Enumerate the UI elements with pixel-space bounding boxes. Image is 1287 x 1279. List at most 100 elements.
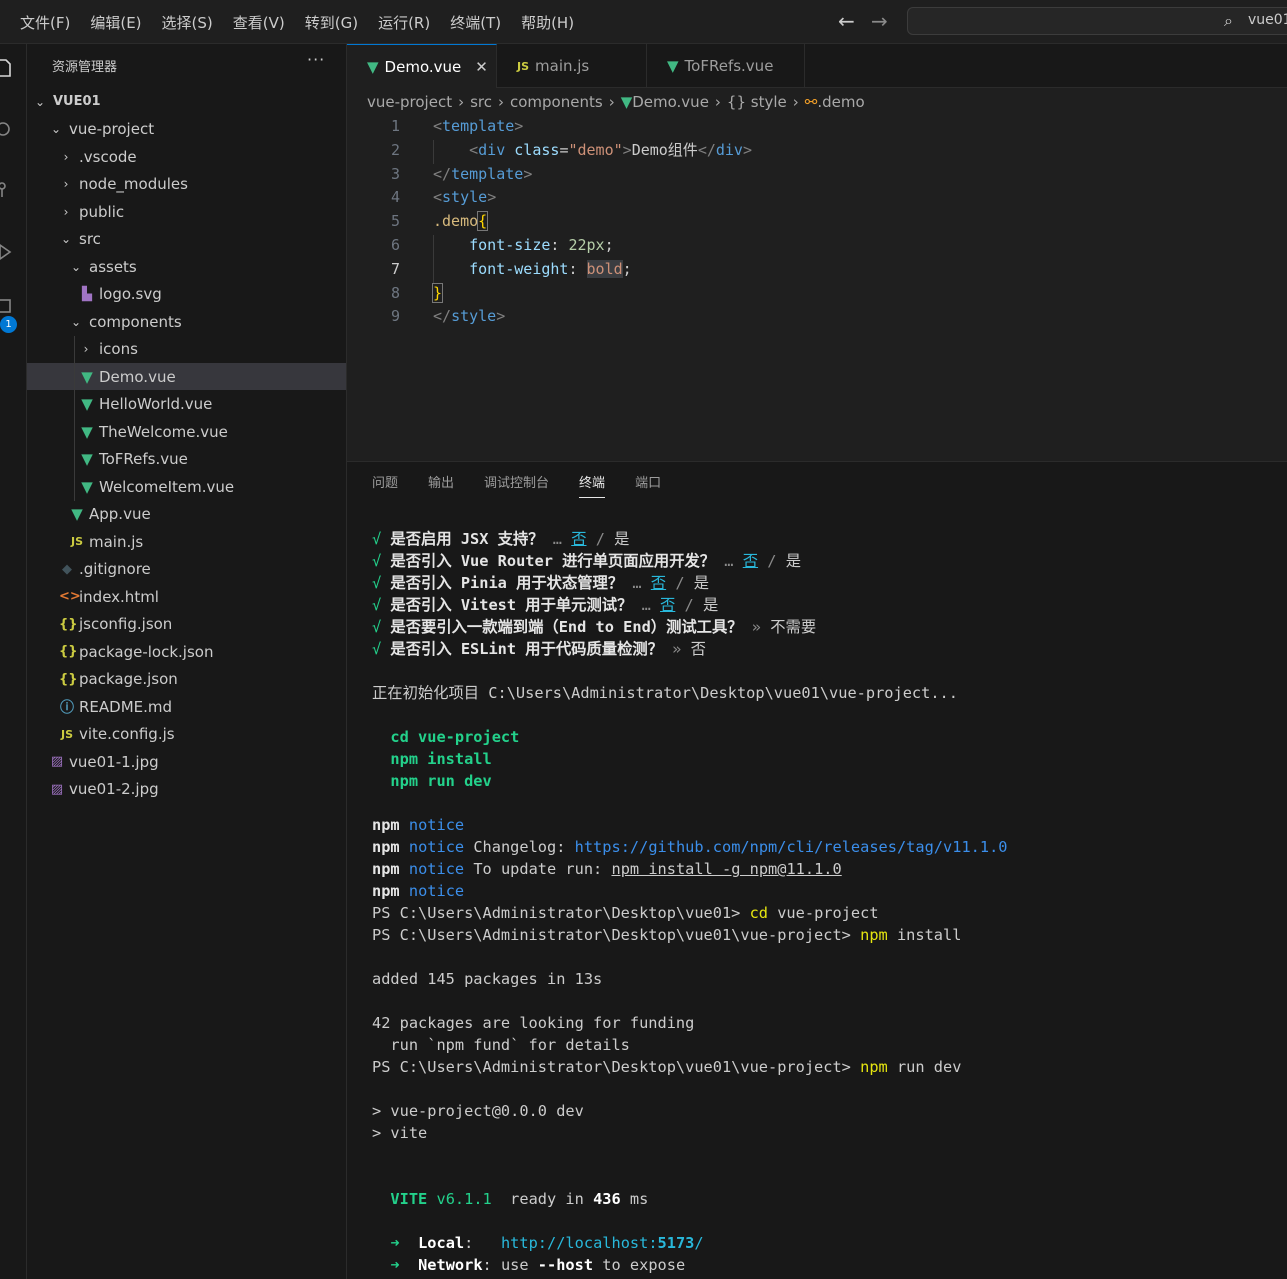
breadcrumb-item[interactable]: vue-project (367, 93, 452, 111)
panel-tab[interactable]: 输出 (428, 462, 454, 506)
tree-item[interactable]: ▨ vue01-2.jpg (27, 776, 346, 803)
code-token: style (442, 188, 488, 207)
menu-item[interactable]: 帮助(H) (511, 12, 584, 33)
menu-item[interactable]: 终端(T) (440, 12, 511, 33)
code-line: 6 font-size: 22px; (347, 233, 1287, 257)
terminal-text: 是否引入 Pinia 用于状态管理？ (390, 574, 624, 592)
chevron-down-icon[interactable]: ⌄ (49, 122, 63, 136)
tree-item[interactable]: {} jsconfig.json (27, 611, 346, 638)
code-content: .demo{ (433, 209, 489, 233)
terminal-text: √ (372, 618, 391, 636)
menu-item[interactable]: 运行(R) (368, 12, 440, 33)
breadcrumb-item[interactable]: .demo (817, 93, 864, 111)
menu-item[interactable]: 选择(S) (152, 12, 223, 33)
chevron-down-icon[interactable]: ⌄ (33, 95, 47, 109)
chevron-down-icon[interactable]: ⌄ (69, 315, 83, 329)
tree-item-label: ToFRefs.vue (99, 450, 188, 468)
terminal-text: npm (860, 926, 888, 944)
code-token: 22px (568, 236, 605, 254)
arrow-right-icon[interactable]: → (871, 9, 888, 33)
vue-file-icon: ▼ (71, 505, 83, 523)
chevron-right-icon[interactable]: › (59, 177, 73, 191)
source-control-icon[interactable] (0, 180, 14, 200)
tree-item[interactable]: {} package.json (27, 666, 346, 693)
chevron-right-icon[interactable]: › (79, 342, 93, 356)
chevron-down-icon[interactable]: ⌄ (59, 232, 73, 246)
panel-tab[interactable]: 问题 (372, 462, 398, 506)
line-number: 3 (390, 164, 400, 183)
tree-item[interactable]: ⌄ VUE01 (27, 88, 346, 115)
tree-item[interactable]: <> index.html (27, 583, 346, 610)
terminal-text: cd (749, 904, 769, 922)
extensions-icon[interactable] (0, 296, 14, 316)
tree-item-label: README.md (79, 697, 173, 716)
chevron-right-icon[interactable]: › (59, 205, 73, 219)
terminal-text: √ (372, 640, 391, 658)
terminal-text: … (632, 596, 661, 614)
chevron-right-icon[interactable]: › (59, 150, 73, 164)
search-icon[interactable] (0, 120, 14, 140)
image-file-icon: ▨ (50, 754, 64, 769)
close-icon[interactable]: ✕ (475, 58, 488, 76)
editor-tab[interactable]: ▼ Demo.vue ✕ (347, 44, 497, 88)
tree-item[interactable]: ▙ logo.svg (27, 281, 346, 308)
command-center-search[interactable]: ⌕ vue01 (907, 7, 1287, 35)
breadcrumb-item[interactable]: components (510, 93, 603, 111)
tree-item[interactable]: › node_modules (27, 171, 346, 198)
explorer-icon[interactable] (0, 58, 14, 78)
tree-item[interactable]: ⌄ src (27, 226, 346, 253)
tree-item[interactable]: {} package-lock.json (27, 638, 346, 665)
terminal-text: Local (418, 1234, 465, 1252)
arrow-left-icon[interactable]: ← (838, 9, 855, 33)
terminal-text: : use (482, 1256, 538, 1274)
code-content: font-size: 22px; (433, 233, 614, 257)
tree-item[interactable]: › public (27, 198, 346, 225)
panel-tab[interactable]: 调试控制台 (484, 462, 549, 506)
terminal-text: --host (537, 1256, 594, 1274)
svg-file-icon: ▙ (82, 286, 92, 302)
terminal-line: √ 是否引入 Vue Router 进行单页面应用开发？ … 否 / 是 (372, 550, 1008, 572)
menu-item[interactable]: 转到(G) (295, 12, 368, 33)
tree-item[interactable]: › .vscode (27, 143, 346, 170)
indent-guide (433, 235, 434, 283)
tree-item[interactable]: ⌄ components (27, 308, 346, 335)
breadcrumb-item[interactable]: Demo.vue (632, 93, 709, 111)
tree-item[interactable]: ⌄ assets (27, 253, 346, 280)
terminal-text: notice (408, 816, 465, 834)
tree-item[interactable]: JS vite.config.js (27, 721, 346, 748)
editor-tab[interactable]: JS main.js (497, 44, 647, 88)
editor-tabs: ▼ Demo.vue ✕ JS main.js ▼ ToFRefs.vue (347, 44, 1287, 88)
menu-item[interactable]: 文件(F) (10, 12, 80, 33)
line-number: 1 (390, 117, 400, 135)
breadcrumb-item[interactable]: src (470, 93, 492, 111)
terminal-text: 否 (571, 530, 587, 548)
tree-item[interactable]: ⌄ vue-project (27, 116, 346, 143)
tree-item[interactable]: ◆ .gitignore (27, 556, 346, 583)
terminal-output[interactable]: √ 是否启用 JSX 支持？ … 否 / 是 √ 是否引入 Vue Router … (372, 528, 1008, 1276)
panel-tab[interactable]: 端口 (635, 462, 661, 506)
terminal-text: 否 (690, 640, 706, 658)
title-bar: 文件(F) 编辑(E) 选择(S) 查看(V) 转到(G) 运行(R) 终端(T) 帮助(H)… (0, 0, 1287, 44)
editor-tab[interactable]: ▼ ToFRefs.vue (647, 44, 805, 88)
terminal-text: PS C:\Users\Administrator\Desktop\vue01\… (372, 1058, 861, 1076)
code-editor[interactable]: 1 <template> 2 <div class="demo">Demo组件</d… (347, 116, 1287, 461)
panel-tab[interactable]: 终端 (579, 462, 606, 506)
terminal-text: PS C:\Users\Administrator\Desktop\vue01\… (372, 926, 861, 944)
chevron-down-icon[interactable]: ⌄ (69, 260, 83, 274)
tree-item[interactable]: ⓘ README.md (27, 693, 346, 720)
tree-item[interactable]: JS main.js (27, 528, 346, 555)
tree-item[interactable]: ▼ App.vue (27, 501, 346, 528)
breadcrumb-item[interactable]: {} style (727, 93, 787, 111)
run-debug-icon[interactable] (0, 242, 14, 262)
menu-item[interactable]: 编辑(E) (80, 12, 151, 33)
menu-item[interactable]: 查看(V) (223, 12, 295, 33)
tree-item[interactable]: ▨ vue01-1.jpg (27, 748, 346, 775)
more-actions-icon[interactable]: ··· (307, 50, 325, 69)
terminal-line: VITE v6.1.1 ready in 436 ms (372, 1188, 1008, 1210)
